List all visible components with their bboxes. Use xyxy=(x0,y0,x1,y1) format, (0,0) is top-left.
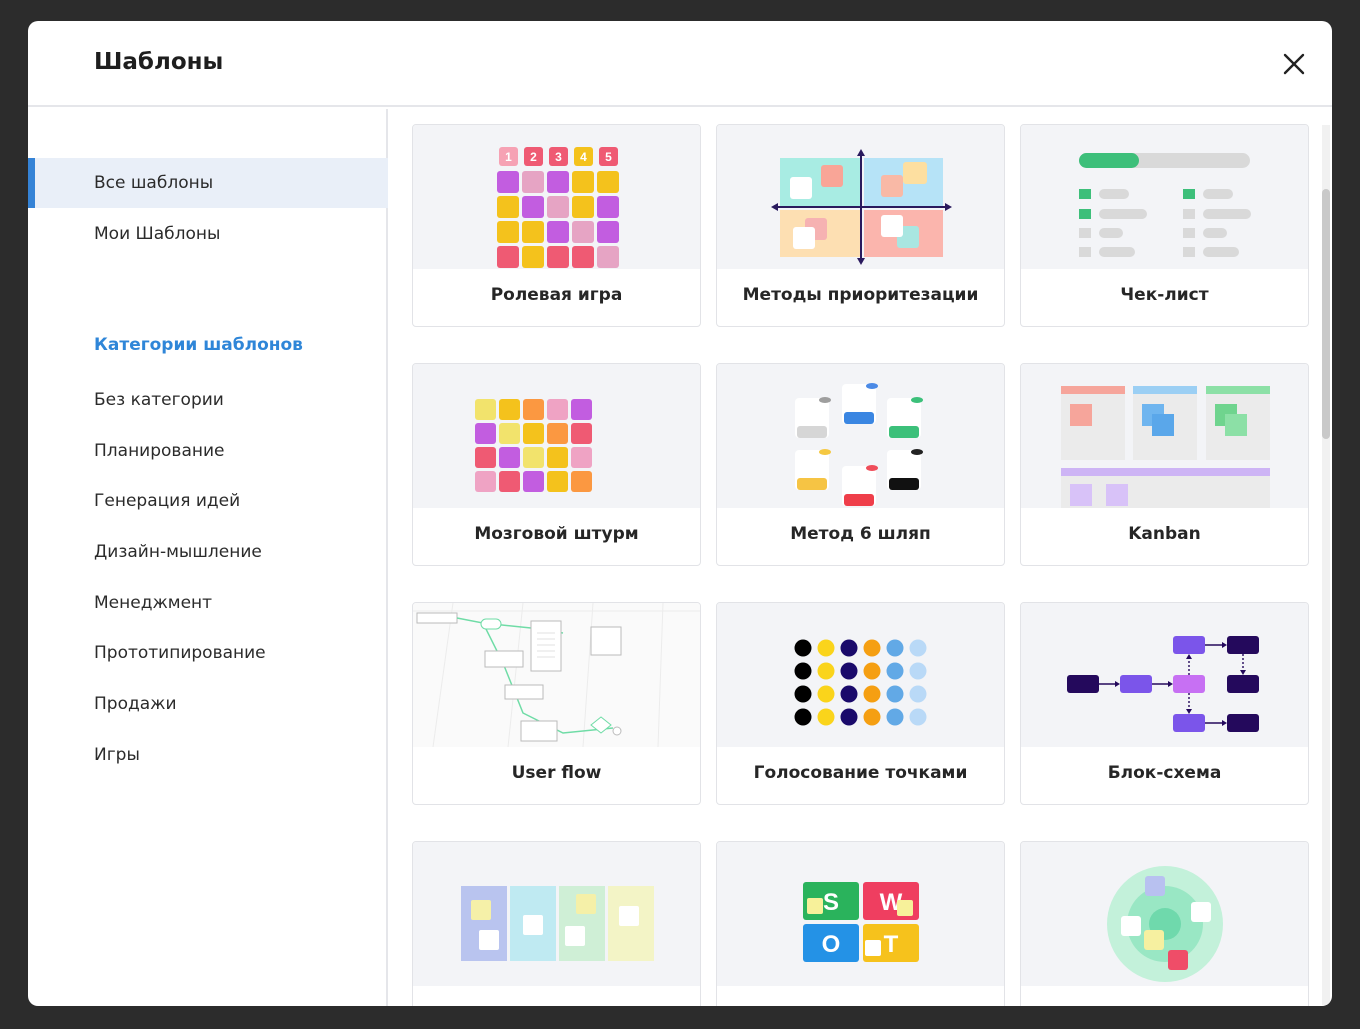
swot-thumbnail: S W O T xyxy=(717,842,1004,986)
category-design-thinking[interactable]: Дизайн-мышление xyxy=(94,542,262,562)
category-prototyping[interactable]: Прототипирование xyxy=(94,643,266,663)
card-label: User flow xyxy=(511,763,602,783)
flowchart-thumbnail xyxy=(1021,603,1308,747)
template-card-checklist[interactable]: Чек-лист xyxy=(1020,124,1309,327)
card-label: Kanban xyxy=(1128,524,1201,544)
modal-header: Шаблоны xyxy=(28,21,1332,107)
role-number: 2 xyxy=(530,150,537,164)
card-label: Чек-лист xyxy=(1120,285,1209,305)
circles-thumbnail xyxy=(1021,842,1308,986)
category-idea-generation[interactable]: Генерация идей xyxy=(94,491,240,511)
card-label: Голосование точками xyxy=(753,763,968,783)
category-management[interactable]: Менеджмент xyxy=(94,593,212,613)
prioritization-thumbnail xyxy=(717,125,1004,269)
sidebar-item-my-templates[interactable]: Мои Шаблоны xyxy=(28,209,388,259)
category-sales[interactable]: Продажи xyxy=(94,694,177,714)
card-label: Мозговой штурм xyxy=(474,524,639,544)
swot-letter-s: S xyxy=(823,889,839,916)
template-card-retro[interactable] xyxy=(412,841,701,1006)
category-planning[interactable]: Планирование xyxy=(94,441,224,461)
template-card-dot-voting[interactable]: Голосование точками xyxy=(716,602,1005,805)
card-label: Методы приоритезации xyxy=(742,285,979,305)
user-flow-thumbnail xyxy=(413,603,700,747)
role-number: 4 xyxy=(580,150,587,164)
retro-thumbnail xyxy=(413,842,700,986)
sidebar-item-all-templates[interactable]: Все шаблоны xyxy=(28,158,388,208)
category-games[interactable]: Игры xyxy=(94,745,140,765)
card-label: Блок-схема xyxy=(1107,763,1222,783)
template-card-prioritization[interactable]: Методы приоритезации xyxy=(716,124,1005,327)
role-number: 5 xyxy=(605,150,612,164)
category-uncategorized[interactable]: Без категории xyxy=(94,390,224,410)
template-card-kanban[interactable]: Kanban xyxy=(1020,363,1309,566)
template-card-user-flow[interactable]: User flow xyxy=(412,602,701,805)
swot-letter-o: O xyxy=(822,931,841,958)
grid-scrollbar[interactable] xyxy=(1322,125,1330,1005)
close-icon xyxy=(1283,53,1305,75)
swot-letter-t: T xyxy=(884,931,899,958)
checklist-thumbnail xyxy=(1021,125,1308,269)
template-card-role-play[interactable]: 1 2 3 4 5 Ролевая игра xyxy=(412,124,701,327)
categories-title: Категории шаблонов xyxy=(94,335,303,355)
six-hats-thumbnail xyxy=(717,364,1004,508)
template-card-circles[interactable] xyxy=(1020,841,1309,1006)
template-card-swot[interactable]: S W O T xyxy=(716,841,1005,1006)
role-number: 1 xyxy=(505,150,512,164)
template-card-brainstorm[interactable]: Мозговой штурм xyxy=(412,363,701,566)
sidebar: Все шаблоны Мои Шаблоны Категории шаблон… xyxy=(28,109,388,1006)
templates-modal: Шаблоны Все шаблоны Мои Шаблоны Категори… xyxy=(28,21,1332,1006)
role-number: 3 xyxy=(555,150,562,164)
role-play-thumbnail: 1 2 3 4 5 xyxy=(413,125,700,269)
card-label: Метод 6 шляп xyxy=(790,524,931,544)
page-title: Шаблоны xyxy=(94,49,224,75)
kanban-thumbnail xyxy=(1021,364,1308,508)
template-card-six-hats[interactable]: Метод 6 шляп xyxy=(716,363,1005,566)
close-button[interactable] xyxy=(1281,51,1307,77)
templates-grid: 1 2 3 4 5 Ролевая игра Методы приоритезации … xyxy=(390,109,1320,1006)
brainstorm-thumbnail xyxy=(413,364,700,508)
card-label: Ролевая игра xyxy=(490,285,623,305)
template-card-flowchart[interactable]: Блок-схема xyxy=(1020,602,1309,805)
scrollbar-thumb[interactable] xyxy=(1322,189,1330,439)
dot-voting-thumbnail xyxy=(717,603,1004,747)
